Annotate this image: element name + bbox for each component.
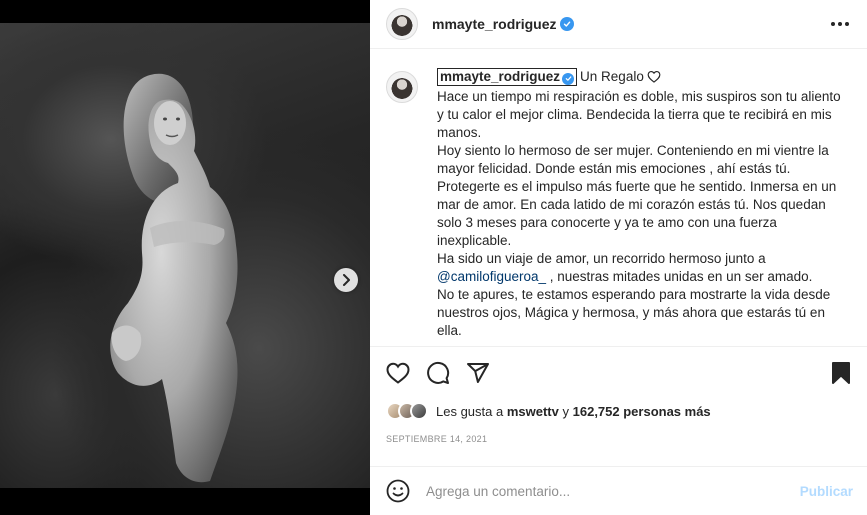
likes-summary: Les gusta a mswettv y 162,752 personas m… — [386, 402, 711, 420]
bookmark-icon — [832, 362, 850, 384]
caption-username-label[interactable]: mmayte_rodriguez — [440, 69, 560, 84]
header-username[interactable]: mmayte_rodriguez — [432, 16, 575, 32]
paper-plane-icon — [467, 363, 489, 383]
caption-paragraph: , nuestras mitades unidas en un ser amad… — [549, 269, 813, 284]
caption-avatar[interactable] — [386, 71, 418, 103]
share-button[interactable] — [466, 361, 490, 385]
heart-outline-icon — [647, 70, 661, 88]
avatar[interactable] — [410, 402, 428, 420]
caption-paragraph: Hace un tiempo mi respiración es doble, … — [437, 89, 841, 140]
likes-count[interactable]: 162,752 personas más — [573, 404, 711, 419]
caption-paragraph: No te apures, te estamos esperando para … — [437, 287, 831, 338]
photo-figure — [110, 73, 238, 483]
verified-badge-icon — [560, 17, 575, 31]
publish-button[interactable]: Publicar — [800, 484, 853, 499]
ellipsis-icon — [831, 22, 835, 26]
caption-paragraph: Ha sido un viaje de amor, un recorrido h… — [437, 251, 766, 266]
save-button[interactable] — [829, 361, 853, 385]
mention-link[interactable]: @camilofigueroa_ — [437, 269, 546, 284]
divider — [370, 346, 867, 347]
post-sidebar: mmayte_rodriguez mmayte_rodriguez Un Reg… — [370, 0, 867, 515]
ellipsis-dot — [845, 22, 849, 26]
post-image[interactable] — [0, 23, 370, 488]
caption-section: mmayte_rodriguez Un Regalo Hace un tiemp… — [370, 58, 867, 346]
likes-connector: y — [562, 403, 570, 419]
verified-badge-icon — [562, 72, 575, 85]
like-button[interactable] — [386, 361, 410, 385]
post-date[interactable]: SEPTIEMBRE 14, 2021 — [386, 434, 487, 444]
more-options-button[interactable] — [827, 16, 853, 32]
post-modal: mmayte_rodriguez mmayte_rodriguez Un Reg… — [0, 0, 867, 515]
likes-prefix: Les gusta a — [436, 403, 504, 419]
action-bar — [386, 360, 853, 386]
comment-input[interactable] — [426, 483, 800, 499]
post-header: mmayte_rodriguez — [370, 0, 867, 49]
smiley-icon — [386, 479, 410, 503]
heart-icon — [386, 362, 410, 384]
caption-username[interactable]: mmayte_rodriguez — [437, 68, 578, 86]
caption-title: Un Regalo — [580, 69, 644, 84]
comment-button[interactable] — [426, 361, 450, 385]
ellipsis-dot — [838, 22, 842, 26]
comment-icon — [427, 361, 450, 384]
emoji-button[interactable] — [386, 479, 410, 503]
avatar[interactable] — [386, 8, 418, 40]
comment-composer: Publicar — [370, 466, 867, 515]
username-label[interactable]: mmayte_rodriguez — [432, 16, 556, 32]
caption-paragraph: Hoy siento lo hermoso de ser mujer. Cont… — [437, 143, 837, 248]
carousel-next-button[interactable] — [334, 268, 358, 292]
caption-text: mmayte_rodriguez Un Regalo Hace un tiemp… — [437, 68, 849, 346]
chevron-right-icon — [343, 274, 350, 286]
liker-avatars[interactable] — [386, 402, 428, 420]
liker-username[interactable]: mswettv — [507, 404, 559, 419]
